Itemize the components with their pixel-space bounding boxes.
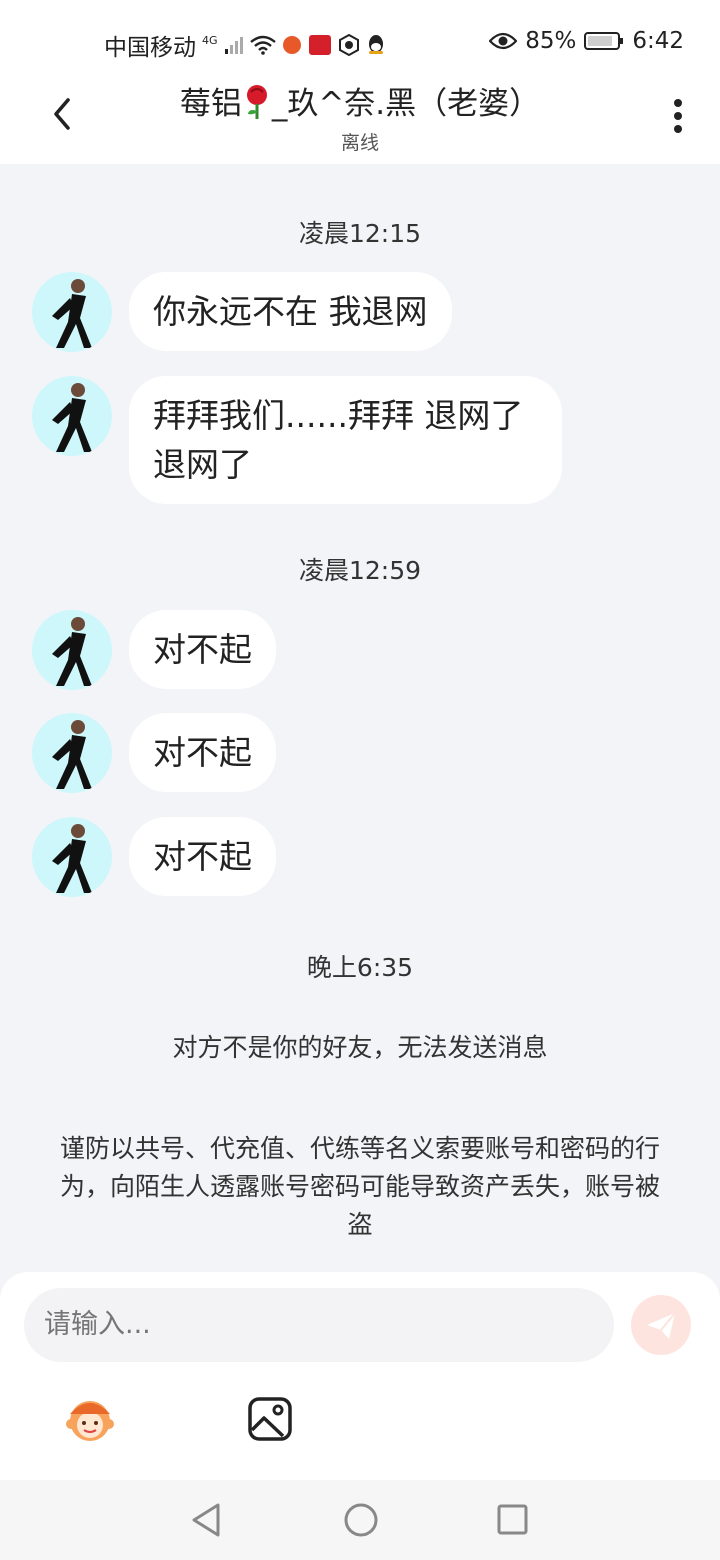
timestamp: 凌晨12:59: [298, 556, 422, 585]
avatar-image-icon: [52, 279, 92, 348]
clock: 6:42: [632, 28, 684, 54]
status-bar: 中国移动 4G 85% 6:42: [0, 0, 720, 84]
battery-percent: 85%: [525, 28, 577, 54]
avatar-image-icon: [52, 824, 92, 893]
message-input[interactable]: [24, 1288, 614, 1362]
app-notification-icon: [338, 34, 359, 56]
send-icon: [647, 1312, 676, 1339]
contact-avatar[interactable]: [32, 713, 112, 793]
not-friend-notice: 对方不是你的好友，无法发送消息: [172, 1033, 548, 1062]
message-composer: [0, 1272, 720, 1480]
network-type: 4G: [202, 33, 218, 47]
message-row: 对不起: [32, 817, 276, 897]
contact-avatar[interactable]: [32, 272, 112, 352]
nav-recents-icon[interactable]: [496, 1502, 528, 1538]
message-bubble[interactable]: 你永远不在 我退网: [129, 272, 452, 351]
more-options-icon[interactable]: [666, 96, 690, 136]
contact-avatar[interactable]: [32, 610, 112, 690]
system-nav-bar: [0, 1480, 720, 1560]
message-row: 拜拜我们......拜拜 退网了 退网了: [32, 376, 562, 504]
message-bubble[interactable]: 拜拜我们......拜拜 退网了 退网了: [129, 376, 562, 504]
message-bubble[interactable]: 对不起: [129, 713, 276, 792]
chat-title-block: 莓铝 _玖^奈.黑（老婆） 离线: [120, 84, 600, 155]
title-suffix: _玖^奈.黑（老婆）: [271, 86, 541, 122]
contact-avatar[interactable]: [32, 817, 112, 897]
message-row: 对不起: [32, 713, 276, 793]
image-picker-icon[interactable]: [247, 1396, 293, 1442]
qq-icon: [368, 35, 383, 54]
avatar-image-icon: [52, 617, 92, 686]
carrier-label: 中国移动: [104, 35, 196, 61]
send-button[interactable]: [631, 1295, 691, 1355]
rose-emoji-icon: [246, 85, 267, 119]
app-notification-icon: [282, 36, 301, 54]
chat-title: 莓铝 _玖^奈.黑（老婆）: [120, 84, 600, 124]
timestamp: 晚上6:35: [306, 953, 414, 982]
message-row: 你永远不在 我退网: [32, 272, 452, 352]
message-row: 对不起: [32, 610, 276, 690]
online-status: 离线: [340, 132, 379, 154]
status-right: 85% 6:42: [489, 28, 684, 54]
avatar-image-icon: [52, 720, 92, 789]
app-notification-icon: [308, 35, 331, 55]
wifi-icon: [249, 35, 276, 55]
contact-avatar[interactable]: [32, 376, 112, 456]
battery-icon: [584, 32, 624, 50]
emoji-sticker-icon[interactable]: [62, 1394, 118, 1444]
message-bubble[interactable]: 对不起: [129, 817, 276, 896]
nav-back-icon[interactable]: [190, 1502, 222, 1538]
status-left: 中国移动 4G: [104, 28, 386, 62]
nav-home-icon[interactable]: [343, 1502, 379, 1538]
avatar-image-icon: [52, 383, 92, 452]
back-arrow-icon[interactable]: [44, 94, 84, 134]
cellular-signal-icon: [224, 37, 243, 54]
message-bubble[interactable]: 对不起: [129, 610, 276, 689]
chat-header: 莓铝 _玖^奈.黑（老婆） 离线: [0, 84, 720, 164]
security-warning: 谨防以共号、代充值、代练等名义索要账号和密码的行为，向陌生人透露账号密码可能导致…: [60, 1134, 661, 1239]
eye-icon: [489, 32, 518, 50]
title-prefix: 莓铝: [179, 86, 242, 122]
timestamp: 凌晨12:15: [298, 219, 422, 248]
